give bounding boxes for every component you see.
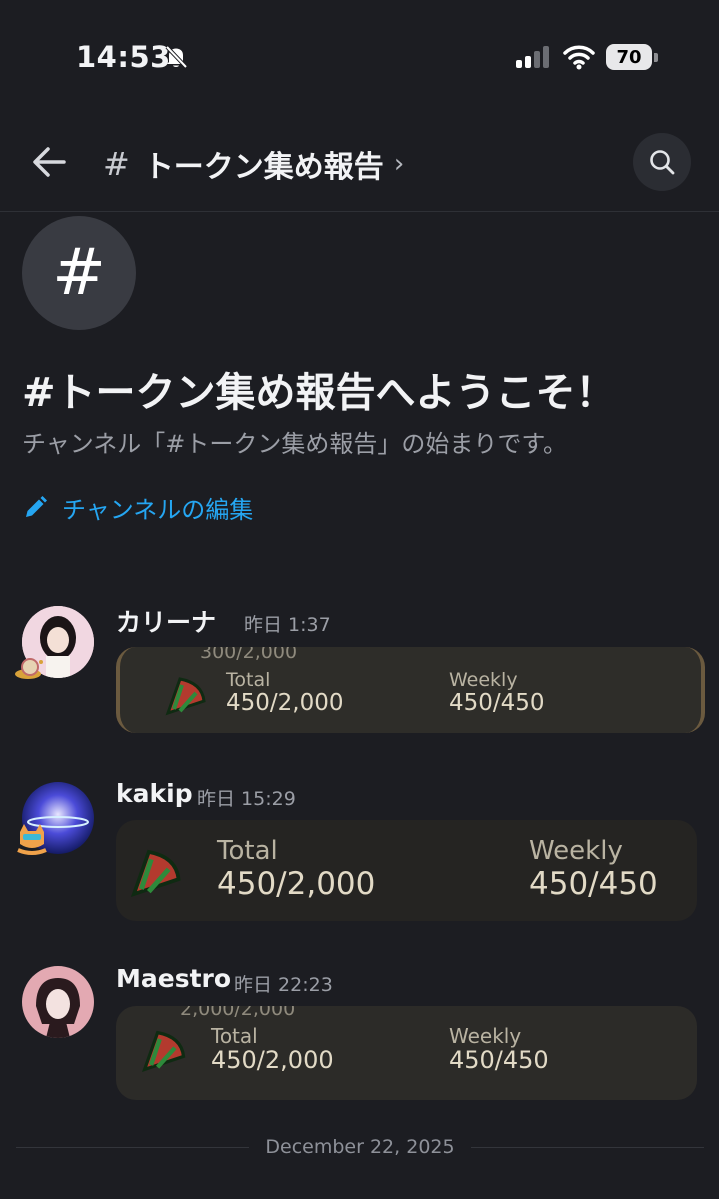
battery-level: 70 bbox=[616, 46, 642, 68]
total-label: Total bbox=[217, 836, 278, 866]
date-label: December 22, 2025 bbox=[265, 1136, 455, 1158]
message-image[interactable]: 300/2,000 Total 450/2,000 Weekly 450/450 bbox=[116, 647, 705, 733]
status-time: 14:53 bbox=[76, 40, 171, 74]
total-value: 450/2,000 bbox=[217, 866, 376, 902]
message-timestamp: 昨日 1:37 bbox=[244, 614, 331, 636]
snail-badge-icon bbox=[15, 658, 43, 679]
total-label: Total bbox=[211, 1024, 258, 1048]
chevron-right-icon: › bbox=[393, 149, 405, 179]
channel-title: トークン集め報告 bbox=[143, 150, 384, 185]
channel-hash-icon: # bbox=[103, 145, 130, 183]
cellular-icon bbox=[516, 46, 549, 68]
separator-line bbox=[16, 1146, 250, 1148]
wifi-icon bbox=[563, 45, 595, 70]
weekly-value: 450/450 bbox=[529, 866, 658, 902]
weekly-label: Weekly bbox=[449, 1024, 522, 1048]
message-image[interactable]: 2,000/2,000 Total 450/2,000 Weekly 450/4… bbox=[116, 1006, 697, 1100]
search-icon bbox=[650, 150, 675, 175]
separator-line bbox=[470, 1146, 704, 1148]
token-item-icon bbox=[142, 1030, 186, 1072]
message-image[interactable]: Total 450/2,000 Weekly 450/450 bbox=[116, 820, 697, 921]
total-value: 450/2,000 bbox=[211, 1046, 334, 1074]
total-label: Total bbox=[226, 669, 271, 691]
message-author[interactable]: カリーナ bbox=[116, 603, 216, 639]
message-author[interactable]: kakip bbox=[116, 779, 193, 808]
edit-channel-link[interactable]: チャンネルの編集 bbox=[22, 490, 253, 525]
welcome-title: #トークン集め報告へようこそ！ bbox=[22, 370, 616, 416]
cat-badge-icon bbox=[17, 824, 47, 855]
pencil-icon bbox=[26, 495, 47, 517]
channel-header[interactable]: # トークン集め報告 › bbox=[103, 142, 404, 186]
message-author[interactable]: Maestro bbox=[116, 964, 231, 993]
partial-total-value: 300/2,000 bbox=[200, 647, 298, 663]
bell-off-icon bbox=[165, 45, 188, 69]
weekly-value: 450/450 bbox=[449, 690, 545, 716]
back-arrow-icon[interactable] bbox=[30, 144, 70, 180]
weekly-value: 450/450 bbox=[449, 1046, 549, 1074]
partial-total-value: 2,000/2,000 bbox=[180, 1006, 296, 1020]
edit-channel-label: チャンネルの編集 bbox=[62, 496, 254, 524]
message-timestamp: 昨日 15:29 bbox=[197, 788, 296, 810]
battery-icon: 70 bbox=[606, 44, 658, 70]
header-divider bbox=[0, 211, 719, 212]
token-item-icon bbox=[130, 849, 181, 898]
weekly-label: Weekly bbox=[449, 669, 518, 691]
avatar[interactable] bbox=[22, 966, 94, 1038]
search-button[interactable] bbox=[633, 133, 691, 191]
channel-icon: # bbox=[22, 216, 136, 330]
welcome-subtitle: チャンネル「#トークン集め報告」の始まりです。 bbox=[22, 430, 567, 458]
total-value: 450/2,000 bbox=[226, 690, 344, 716]
avatar-image bbox=[22, 966, 94, 1038]
date-separator: December 22, 2025 bbox=[16, 1136, 704, 1158]
token-item-icon bbox=[165, 677, 206, 716]
message-timestamp: 昨日 22:23 bbox=[234, 974, 333, 996]
weekly-label: Weekly bbox=[529, 836, 623, 866]
